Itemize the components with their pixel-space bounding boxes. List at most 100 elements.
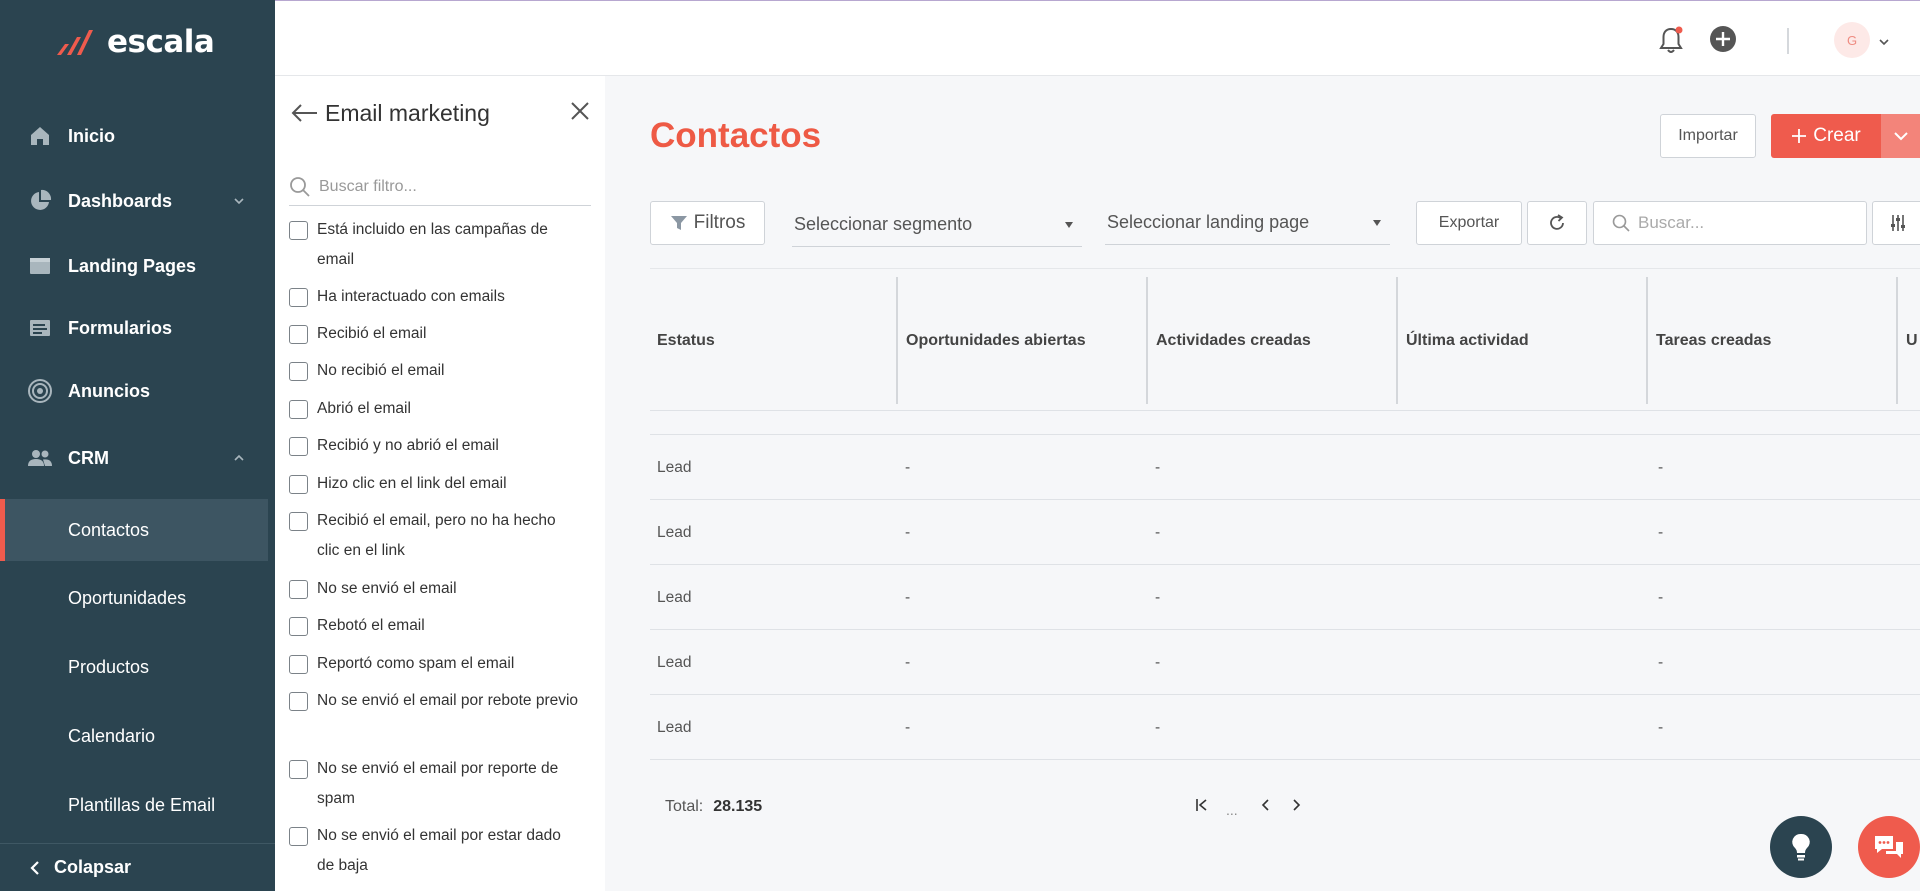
sidebar-item-anuncios[interactable]: Anuncios [0, 366, 268, 416]
sidebar-item-landing-pages[interactable]: Landing Pages [0, 241, 268, 291]
cell-tareas: - [1658, 523, 1664, 541]
filter-option[interactable]: No se envió el email por rebote previo [289, 688, 579, 716]
create-main-button[interactable]: Crear [1771, 114, 1881, 158]
column-header-estatus[interactable]: Estatus [650, 277, 898, 404]
sidebar-item-label: Dashboards [68, 190, 173, 211]
filter-option[interactable]: No se envió el email por reporte de spam [289, 756, 579, 814]
prev-page-button[interactable] [1258, 797, 1272, 813]
filter-option[interactable]: No recibió el email [289, 358, 579, 386]
filter-option-label: Reportó como spam el email [317, 655, 515, 672]
tips-button[interactable] [1770, 816, 1832, 878]
sidebar-subitem-oportunidades[interactable]: Oportunidades [0, 567, 268, 629]
sidebar-item-inicio[interactable]: Inicio [0, 111, 268, 161]
avatar[interactable]: G [1834, 22, 1870, 58]
sidebar-subitem-contactos[interactable]: Contactos [0, 499, 268, 561]
table-row[interactable]: Lead - - - [650, 629, 1920, 694]
column-header-oportunidades[interactable]: Oportunidades abiertas [898, 277, 1148, 404]
checkbox[interactable] [289, 325, 308, 344]
filter-option[interactable]: Rebotó el email [289, 613, 579, 641]
checkbox[interactable] [289, 437, 308, 456]
chevron-down-icon[interactable] [1878, 34, 1890, 52]
sliders-icon [1891, 215, 1905, 231]
sidebar-item-crm[interactable]: CRM [0, 433, 268, 483]
column-header-ultima-actividad[interactable]: Última actividad [1398, 277, 1648, 404]
checkbox[interactable] [289, 475, 308, 494]
segment-select[interactable]: Seleccionar segmento [792, 203, 1082, 247]
refresh-button[interactable] [1527, 201, 1587, 245]
escala-logo[interactable]: escala [55, 24, 215, 60]
filter-panel-title: Email marketing [325, 99, 490, 126]
filter-option[interactable]: Está incluido en las campañas de email [289, 217, 579, 275]
filter-panel: Email marketing Está incluido en las cam… [275, 76, 605, 891]
column-settings-button[interactable] [1872, 201, 1920, 245]
filter-option[interactable]: Reportó como spam el email [289, 651, 579, 679]
cell-actividades: - [1155, 523, 1161, 541]
filter-option[interactable]: No se envió el email [289, 576, 579, 604]
checkbox[interactable] [289, 827, 308, 846]
checkbox[interactable] [289, 288, 308, 307]
sidebar-subitem-plantillas-email[interactable]: Plantillas de Email [0, 774, 268, 836]
checkbox[interactable] [289, 580, 308, 599]
checkbox[interactable] [289, 512, 308, 531]
sidebar-subitem-calendario[interactable]: Calendario [0, 705, 268, 767]
cell-oportunidades: - [905, 653, 911, 671]
cell-oportunidades: - [905, 588, 911, 606]
caret-down-icon [1065, 221, 1073, 228]
filter-option[interactable]: Abrió el email [289, 396, 579, 424]
caret-down-icon [1373, 219, 1381, 226]
contacts-search-input[interactable] [1638, 213, 1858, 233]
logo-text: escala [107, 24, 215, 60]
checkbox[interactable] [289, 221, 308, 240]
bell-icon[interactable] [1657, 25, 1685, 60]
filter-search-input[interactable] [319, 177, 579, 196]
import-button[interactable]: Importar [1660, 114, 1756, 158]
filter-option-label: No se envió el email [317, 580, 457, 597]
checkbox[interactable] [289, 400, 308, 419]
table-row[interactable]: Lead - - - [650, 434, 1920, 499]
page-title: Contactos [650, 116, 822, 155]
sidebar-item-dashboards[interactable]: Dashboards [0, 176, 268, 226]
table-row[interactable]: Lead - - - [650, 564, 1920, 629]
back-arrow-icon[interactable] [289, 102, 319, 124]
close-icon[interactable] [569, 100, 591, 122]
table-row[interactable]: Lead - - - [650, 694, 1920, 759]
landing-page-select[interactable]: Seleccionar landing page [1105, 201, 1390, 245]
cell-actividades: - [1155, 718, 1161, 736]
filter-option[interactable]: Recibió y no abrió el email [289, 433, 579, 461]
create-button[interactable]: Crear [1771, 114, 1920, 158]
export-button[interactable]: Exportar [1416, 201, 1522, 245]
filter-option[interactable]: Recibió el email [289, 321, 579, 349]
table-row[interactable]: Lead - - - [650, 499, 1920, 564]
browser-window-icon [26, 252, 54, 280]
checkbox[interactable] [289, 617, 308, 636]
avatar-initial: G [1846, 32, 1858, 48]
sidebar-item-label: Landing Pages [68, 255, 197, 276]
checkbox[interactable] [289, 362, 308, 381]
column-header-tareas[interactable]: Tareas creadas [1648, 277, 1898, 404]
sidebar-item-formularios[interactable]: Formularios [0, 303, 268, 353]
column-header-actividades[interactable]: Actividades creadas [1148, 277, 1398, 404]
sidebar-item-label: Formularios [68, 317, 173, 338]
sidebar-subitem-label: Plantillas de Email [68, 794, 216, 815]
checkbox[interactable] [289, 760, 308, 779]
filter-option[interactable]: Hizo clic en el link del email [289, 471, 579, 499]
sidebar-subitem-productos[interactable]: Productos [0, 636, 268, 698]
filter-option[interactable]: Ha interactuado con emails [289, 284, 579, 312]
add-circle-icon[interactable] [1709, 25, 1737, 58]
checkbox[interactable] [289, 692, 308, 711]
filter-option[interactable]: No se envió el email por estar dado de b… [289, 823, 579, 881]
chat-button[interactable] [1858, 816, 1920, 878]
filters-button[interactable]: Filtros [650, 201, 765, 245]
filter-option[interactable]: Recibió el email, pero no ha hecho clic … [289, 508, 579, 566]
create-label: Crear [1813, 125, 1861, 146]
checkbox[interactable] [289, 655, 308, 674]
plus-icon [1792, 129, 1807, 143]
column-header-truncated[interactable]: U [1898, 277, 1920, 404]
filters-label: Filtros [693, 212, 746, 233]
first-page-button[interactable] [1194, 797, 1210, 813]
cell-actividades: - [1155, 458, 1161, 476]
next-page-button[interactable] [1290, 797, 1304, 813]
chevron-right-icon [1293, 799, 1301, 811]
collapse-sidebar-button[interactable]: Colapsar [0, 843, 275, 891]
create-dropdown-button[interactable] [1881, 114, 1920, 158]
